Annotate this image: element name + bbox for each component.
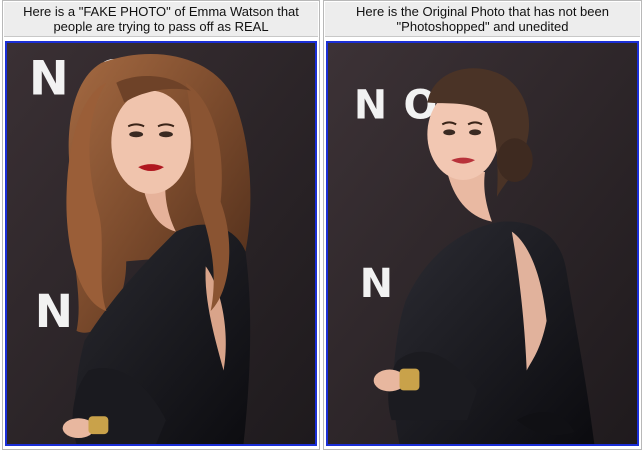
fake-photo-image: N O N [7,43,315,444]
fake-photo[interactable]: N O N [5,41,317,446]
bracelet [88,416,109,435]
original-photo-panel: Here is the Original Photo that has not … [323,0,642,450]
bracelet [399,368,420,391]
eye [159,131,173,138]
face [111,90,191,194]
original-photo[interactable]: N O N [326,41,639,446]
fake-photo-panel: Here is a "FAKE PHOTO" of Emma Watson th… [2,0,320,450]
comparison-table: Here is a "FAKE PHOTO" of Emma Watson th… [0,0,644,450]
hair-bun [496,138,533,182]
backdrop-letter: N [354,82,387,128]
backdrop-letter: N [29,52,69,107]
eye [443,129,456,136]
eye [129,131,144,138]
eye [469,129,482,136]
backdrop-letter: N [35,285,73,338]
backdrop-letter: N [360,261,393,307]
fake-photo-caption: Here is a "FAKE PHOTO" of Emma Watson th… [4,2,318,37]
original-photo-caption: Here is the Original Photo that has not … [325,2,640,37]
original-photo-image: N O N [328,43,637,444]
